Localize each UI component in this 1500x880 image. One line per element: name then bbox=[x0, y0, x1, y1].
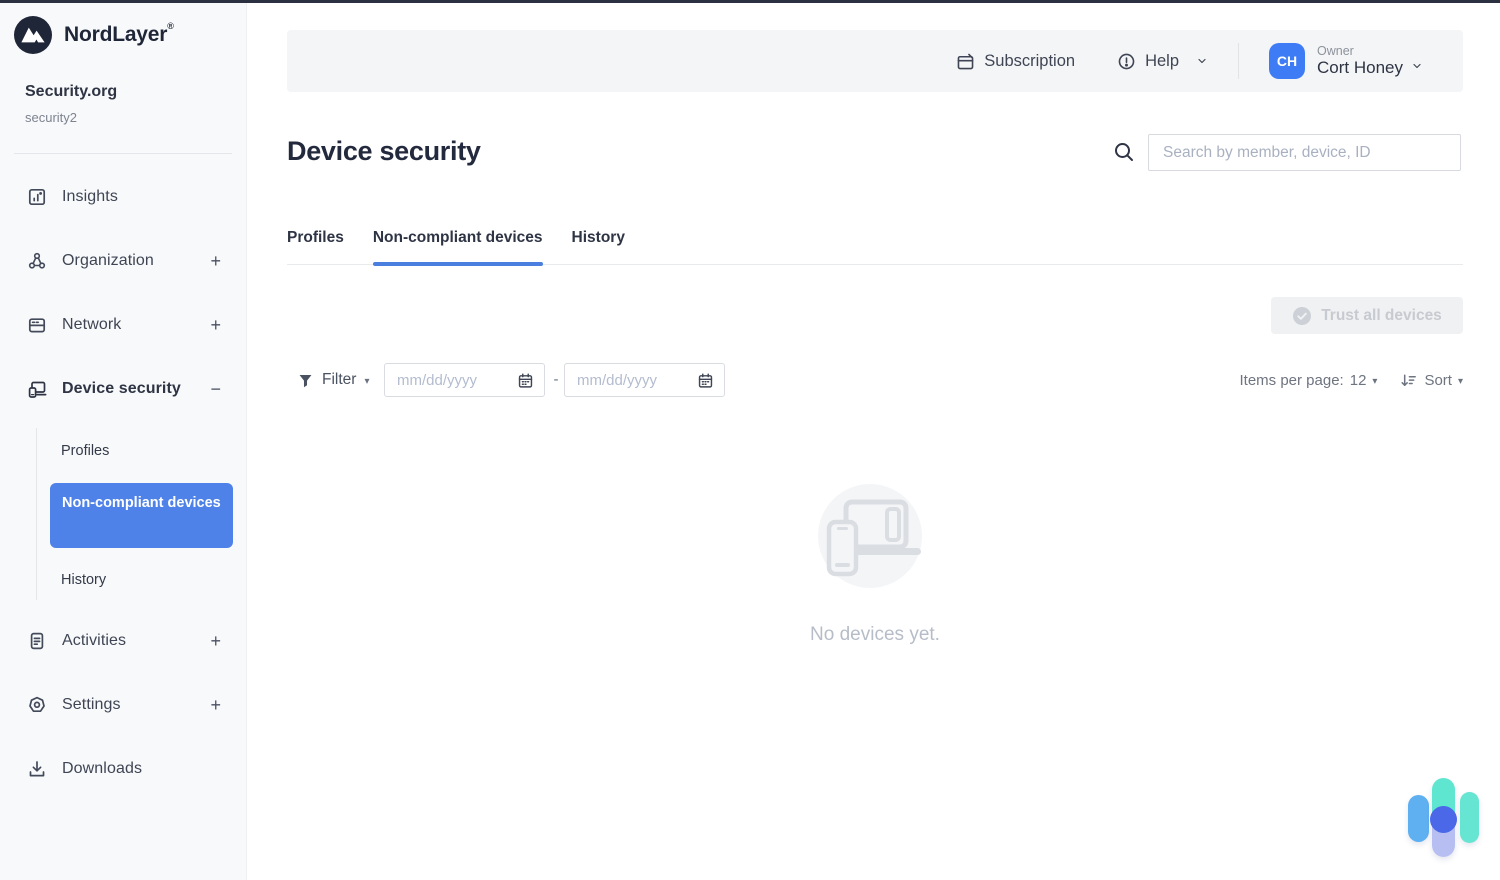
sidebar-item-label: Settings bbox=[62, 696, 121, 714]
sidebar-item-device-security[interactable]: Device security − bbox=[0, 367, 247, 411]
sidebar: NordLayer® Security.org security2 Insigh… bbox=[0, 0, 247, 880]
subitem-label: History bbox=[61, 572, 106, 588]
subscription-button[interactable]: Subscription bbox=[956, 52, 1075, 71]
check-circle-icon bbox=[1292, 306, 1312, 326]
org-id: security2 bbox=[25, 110, 77, 125]
help-icon bbox=[1117, 52, 1136, 71]
help-menu[interactable]: Help bbox=[1117, 52, 1208, 71]
items-per-page-value: 12 bbox=[1350, 372, 1367, 389]
caret-down-icon: ▾ bbox=[364, 376, 369, 387]
submenu-guide-line bbox=[36, 428, 37, 600]
sort-icon bbox=[1399, 371, 1418, 390]
top-accent-strip bbox=[0, 0, 1500, 3]
sidebar-item-downloads[interactable]: Downloads bbox=[0, 747, 247, 791]
filter-dropdown[interactable]: Filter ▾ bbox=[297, 363, 369, 397]
items-per-page-dropdown[interactable]: Items per page: 12 ▾ bbox=[1240, 372, 1378, 389]
no-devices-illustration bbox=[805, 478, 950, 598]
sort-dropdown[interactable]: Sort ▾ bbox=[1399, 371, 1463, 390]
subscription-label: Subscription bbox=[984, 52, 1075, 71]
calendar-icon[interactable] bbox=[697, 372, 714, 389]
topbar: Subscription Help CH Owner Cort Ho bbox=[287, 30, 1463, 92]
widget-bar-right bbox=[1460, 792, 1479, 843]
filter-label: Filter bbox=[322, 371, 356, 389]
org-name: Security.org bbox=[25, 83, 117, 101]
date-from-placeholder: mm/dd/yyyy bbox=[397, 372, 517, 389]
page-title: Device security bbox=[287, 136, 481, 167]
sidebar-item-label: Downloads bbox=[62, 760, 142, 778]
date-to-input[interactable]: mm/dd/yyyy bbox=[564, 363, 725, 397]
chat-widget-launcher-icon[interactable] bbox=[1403, 778, 1483, 866]
date-to-placeholder: mm/dd/yyyy bbox=[577, 372, 697, 389]
expand-toggle: + bbox=[210, 251, 221, 272]
downloads-icon bbox=[27, 759, 47, 779]
network-icon bbox=[27, 315, 47, 335]
nordlayer-logo-icon bbox=[14, 16, 52, 54]
chevron-down-icon bbox=[1411, 60, 1423, 72]
tab-history[interactable]: History bbox=[572, 229, 625, 264]
sidebar-item-organization[interactable]: Organization + bbox=[0, 239, 247, 283]
sidebar-item-label: Insights bbox=[62, 188, 118, 206]
app-root: NordLayer® Security.org security2 Insigh… bbox=[0, 0, 1500, 880]
expand-toggle: + bbox=[210, 315, 221, 336]
sidebar-item-insights[interactable]: Insights bbox=[0, 175, 247, 219]
tab-non-compliant-devices[interactable]: Non-compliant devices bbox=[373, 229, 543, 264]
date-from-input[interactable]: mm/dd/yyyy bbox=[384, 363, 545, 397]
sidebar-item-label: Organization bbox=[62, 252, 154, 270]
empty-state-message: No devices yet. bbox=[287, 624, 1463, 646]
brand[interactable]: NordLayer® bbox=[14, 16, 174, 54]
owner-block: Owner Cort Honey bbox=[1317, 44, 1423, 78]
sidebar-item-activities[interactable]: Activities + bbox=[0, 619, 247, 663]
brand-name: NordLayer® bbox=[64, 23, 174, 47]
subitem-label: Non-compliant devices bbox=[62, 495, 221, 511]
tab-bar: Profiles Non-compliant devices History bbox=[287, 229, 1463, 265]
date-range-separator: - bbox=[549, 363, 563, 397]
calendar-icon[interactable] bbox=[517, 372, 534, 389]
topbar-divider bbox=[1238, 43, 1239, 79]
sidebar-divider bbox=[14, 153, 232, 154]
tab-label: History bbox=[572, 229, 625, 246]
collapse-toggle: − bbox=[210, 379, 221, 400]
registered-mark: ® bbox=[167, 21, 173, 31]
owner-name: Cort Honey bbox=[1317, 58, 1403, 78]
sidebar-item-network[interactable]: Network + bbox=[0, 303, 247, 347]
search-input[interactable] bbox=[1148, 134, 1461, 171]
sidebar-item-settings[interactable]: Settings + bbox=[0, 683, 247, 727]
sort-label: Sort bbox=[1424, 372, 1452, 389]
trust-all-devices-label: Trust all devices bbox=[1321, 307, 1442, 325]
tab-label: Profiles bbox=[287, 229, 344, 246]
widget-dot bbox=[1430, 806, 1457, 833]
avatar: CH bbox=[1269, 43, 1305, 79]
device-security-icon bbox=[27, 379, 47, 399]
organization-icon bbox=[27, 251, 47, 271]
sidebar-item-label: Device security bbox=[62, 380, 181, 398]
chevron-down-icon bbox=[1196, 55, 1208, 67]
owner-role-label: Owner bbox=[1317, 44, 1403, 58]
sidebar-subitem-non-compliant-devices[interactable]: Non-compliant devices bbox=[50, 483, 233, 548]
sidebar-item-label: Network bbox=[62, 316, 121, 334]
filter-icon bbox=[297, 372, 314, 389]
tab-profiles[interactable]: Profiles bbox=[287, 229, 344, 264]
sidebar-subitem-profiles[interactable]: Profiles bbox=[50, 437, 233, 465]
subscription-icon bbox=[956, 52, 975, 71]
settings-icon bbox=[27, 695, 47, 715]
activities-icon bbox=[27, 631, 47, 651]
search-icon bbox=[1113, 141, 1135, 163]
caret-down-icon: ▾ bbox=[1372, 376, 1377, 387]
items-per-page-label: Items per page: bbox=[1240, 372, 1344, 389]
expand-toggle: + bbox=[210, 695, 221, 716]
expand-toggle: + bbox=[210, 631, 221, 652]
insights-icon bbox=[27, 187, 47, 207]
tab-label: Non-compliant devices bbox=[373, 229, 543, 246]
account-menu[interactable]: CH Owner Cort Honey bbox=[1269, 43, 1423, 79]
trust-all-devices-button[interactable]: Trust all devices bbox=[1271, 297, 1463, 334]
subitem-label: Profiles bbox=[61, 443, 109, 459]
caret-down-icon: ▾ bbox=[1458, 376, 1463, 387]
widget-bar-left bbox=[1408, 795, 1429, 842]
sidebar-subitem-history[interactable]: History bbox=[50, 566, 233, 594]
sidebar-item-label: Activities bbox=[62, 632, 126, 650]
list-controls: Items per page: 12 ▾ Sort ▾ bbox=[1210, 363, 1463, 397]
help-label: Help bbox=[1145, 52, 1179, 71]
